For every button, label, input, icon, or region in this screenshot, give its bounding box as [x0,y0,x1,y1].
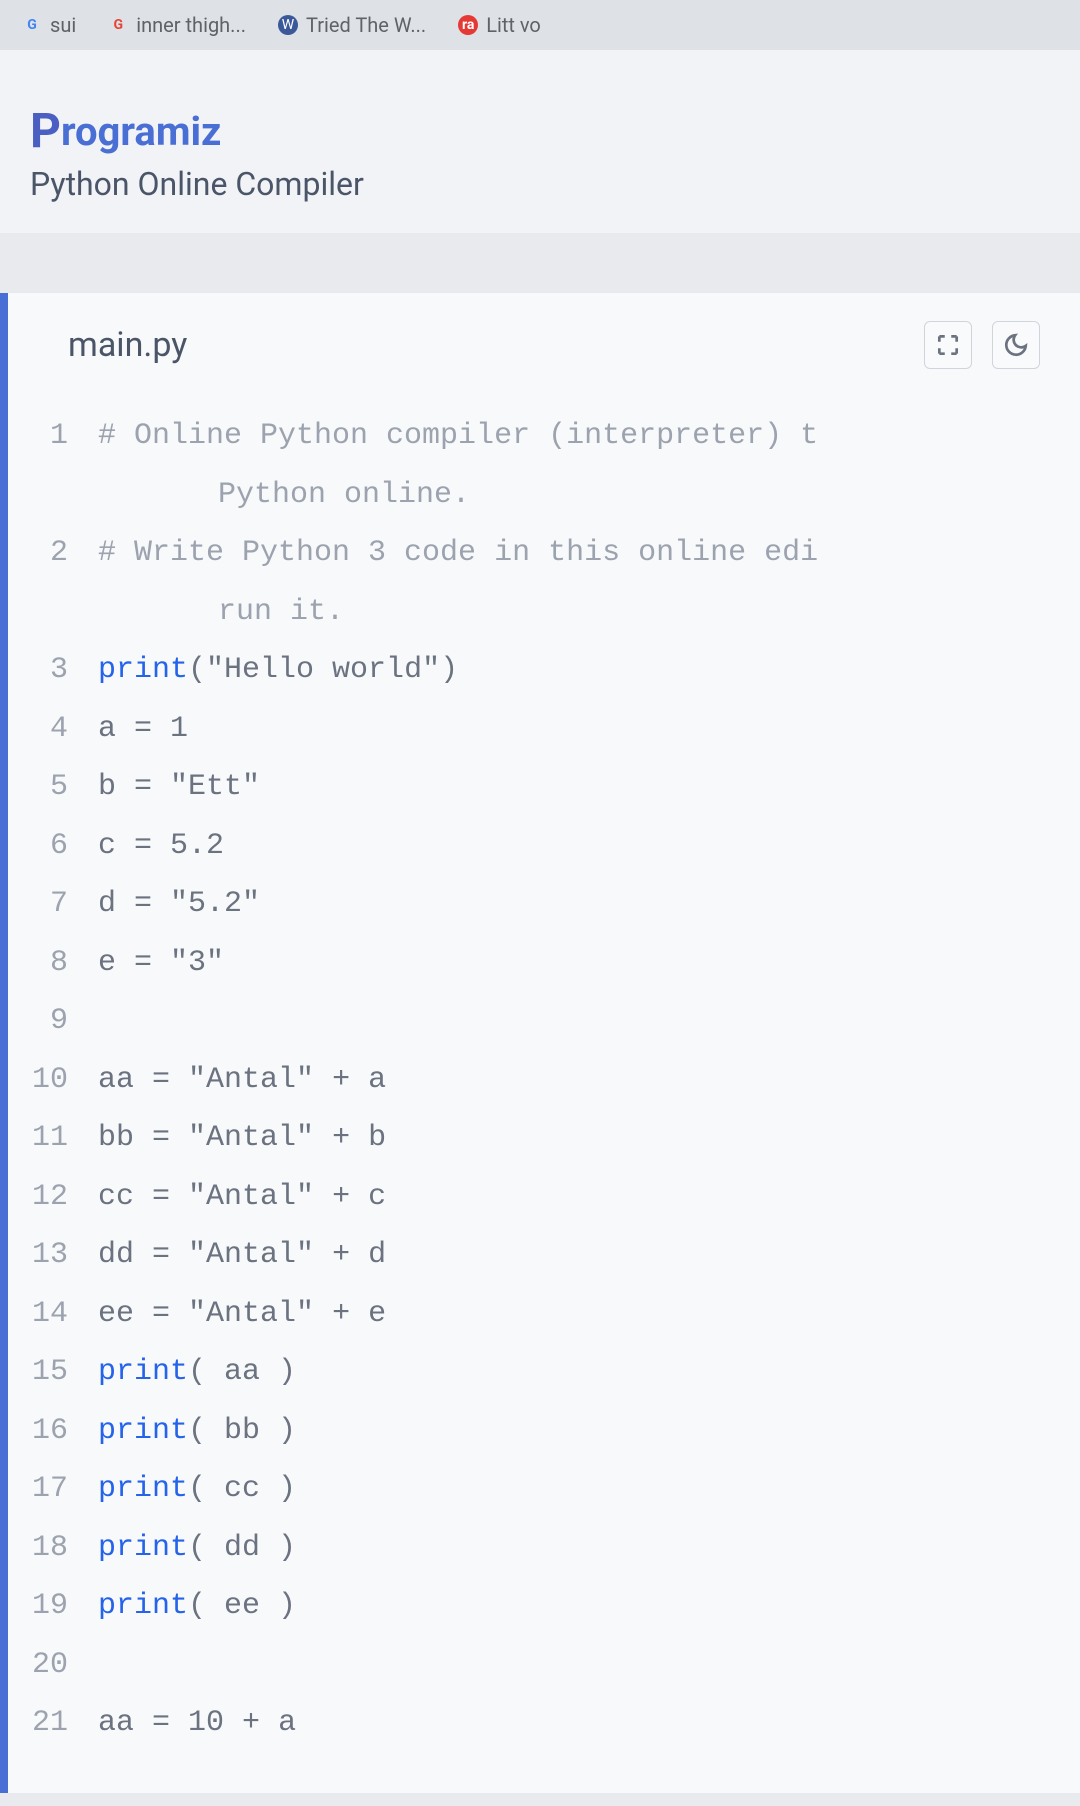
line-number: 11 [8,1109,98,1168]
browser-tab[interactable]: ra Litt vo [446,5,553,45]
line-number [8,583,98,642]
line-number: 10 [8,1051,98,1110]
page-subtitle: Python Online Compiler [30,165,1050,203]
line-content [98,1636,1080,1695]
line-number: 3 [8,641,98,700]
line-number: 12 [8,1168,98,1227]
code-line[interactable]: 19print( ee ) [8,1577,1080,1636]
code-line[interactable]: 20 [8,1636,1080,1695]
line-content: bb = "Antal" + b [98,1109,1080,1168]
line-content: print( cc ) [98,1460,1080,1519]
tab-label: Tried The W... [306,13,426,37]
brand-logo[interactable]: Programiz [30,100,1050,157]
editor-panel: main.py 1# Online Python compiler (inter… [0,293,1080,1793]
fullscreen-icon [935,332,961,358]
editor-header: main.py [8,293,1080,397]
code-line[interactable]: Python online. [8,466,1080,525]
code-line[interactable]: 12cc = "Antal" + c [8,1168,1080,1227]
line-content: print( bb ) [98,1402,1080,1461]
line-content: print( ee ) [98,1577,1080,1636]
logo-rest: rogramiz [61,108,221,155]
line-number [8,466,98,525]
line-content: dd = "Antal" + d [98,1226,1080,1285]
line-content: a = 1 [98,700,1080,759]
line-content: d = "5.2" [98,875,1080,934]
line-content: ee = "Antal" + e [98,1285,1080,1344]
line-number: 6 [8,817,98,876]
code-line[interactable]: run it. [8,583,1080,642]
code-line[interactable]: 6c = 5.2 [8,817,1080,876]
code-editor[interactable]: 1# Online Python compiler (interpreter) … [8,397,1080,1793]
moon-icon [1003,332,1029,358]
line-content: print( dd ) [98,1519,1080,1578]
code-line[interactable]: 13dd = "Antal" + d [8,1226,1080,1285]
tab-favicon-icon: G [108,15,128,35]
code-line[interactable]: 8e = "3" [8,934,1080,993]
line-content: cc = "Antal" + c [98,1168,1080,1227]
fullscreen-button[interactable] [924,321,972,369]
line-content: aa = "Antal" + a [98,1051,1080,1110]
code-line[interactable]: 10aa = "Antal" + a [8,1051,1080,1110]
line-number: 8 [8,934,98,993]
line-number: 1 [8,407,98,466]
code-line[interactable]: 4a = 1 [8,700,1080,759]
line-number: 13 [8,1226,98,1285]
page-header: Programiz Python Online Compiler [0,50,1080,233]
code-line[interactable]: 21aa = 10 + a [8,1694,1080,1753]
code-line[interactable]: 15print( aa ) [8,1343,1080,1402]
line-content [98,992,1080,1051]
tab-label: inner thigh... [136,13,246,37]
line-number: 20 [8,1636,98,1695]
browser-tab[interactable]: W Tried The W... [266,5,438,45]
line-number: 21 [8,1694,98,1753]
theme-toggle-button[interactable] [992,321,1040,369]
code-line[interactable]: 1# Online Python compiler (interpreter) … [8,407,1080,466]
line-content: # Write Python 3 code in this online edi [98,524,1080,583]
code-line[interactable]: 18print( dd ) [8,1519,1080,1578]
line-content: print( aa ) [98,1343,1080,1402]
browser-tab[interactable]: G inner thigh... [96,5,258,45]
tab-favicon-icon: W [278,15,298,35]
code-line[interactable]: 7d = "5.2" [8,875,1080,934]
code-line[interactable]: 17print( cc ) [8,1460,1080,1519]
code-line[interactable]: 5b = "Ett" [8,758,1080,817]
code-line[interactable]: 9 [8,992,1080,1051]
filename-label: main.py [68,325,904,365]
line-number: 7 [8,875,98,934]
line-number: 17 [8,1460,98,1519]
line-number: 2 [8,524,98,583]
line-content: # Online Python compiler (interpreter) t [98,407,1080,466]
tab-favicon-icon: G [22,15,42,35]
line-number: 15 [8,1343,98,1402]
code-line[interactable]: 3print("Hello world") [8,641,1080,700]
line-content: run it. [98,583,1080,642]
line-content: b = "Ett" [98,758,1080,817]
line-number: 18 [8,1519,98,1578]
line-number: 19 [8,1577,98,1636]
browser-tab-strip: G sui G inner thigh... W Tried The W... … [0,0,1080,50]
line-content: print("Hello world") [98,641,1080,700]
code-line[interactable]: 2# Write Python 3 code in this online ed… [8,524,1080,583]
code-line[interactable]: 14ee = "Antal" + e [8,1285,1080,1344]
browser-tab[interactable]: G sui [10,5,88,45]
tab-label: sui [50,13,76,37]
logo-letter: P [30,102,61,159]
line-content: Python online. [98,466,1080,525]
line-content: c = 5.2 [98,817,1080,876]
line-content: e = "3" [98,934,1080,993]
line-content: aa = 10 + a [98,1694,1080,1753]
tab-label: Litt vo [486,13,541,37]
line-number: 4 [8,700,98,759]
code-line[interactable]: 16print( bb ) [8,1402,1080,1461]
line-number: 9 [8,992,98,1051]
tab-favicon-icon: ra [458,15,478,35]
line-number: 14 [8,1285,98,1344]
line-number: 16 [8,1402,98,1461]
code-line[interactable]: 11bb = "Antal" + b [8,1109,1080,1168]
line-number: 5 [8,758,98,817]
